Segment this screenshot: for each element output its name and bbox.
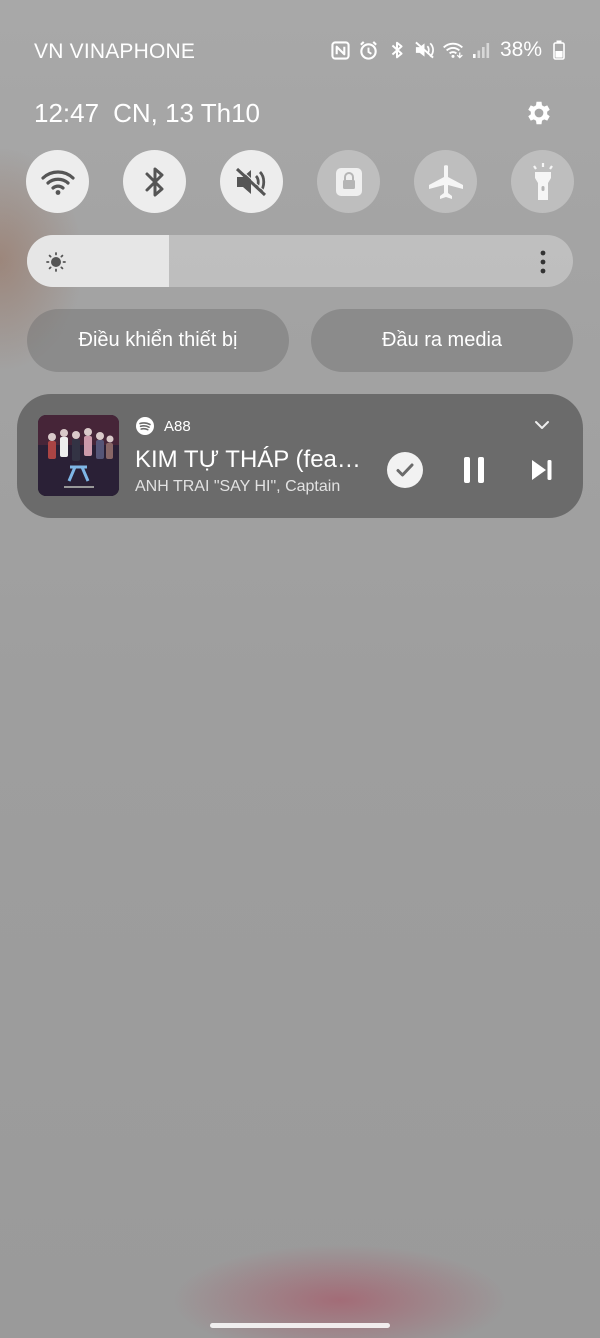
bluetooth-toggle[interactable] <box>123 150 186 213</box>
settings-gear-icon[interactable] <box>524 98 554 128</box>
device-control-button[interactable]: Điều khiển thiết bị <box>27 309 289 372</box>
clock: 12:47 <box>34 98 100 128</box>
airplane-icon <box>428 164 463 199</box>
song-artist: ANH TRAI "SAY HI", Captain <box>135 478 341 495</box>
wifi-toggle[interactable] <box>26 150 89 213</box>
date: CN, 13 Th10 <box>113 98 261 128</box>
airplane-mode-toggle[interactable] <box>414 150 477 213</box>
flashlight-icon <box>532 162 553 200</box>
media-source-row: A88 <box>136 417 191 435</box>
playback-device: A88 <box>164 417 191 435</box>
quick-toggles <box>26 150 574 213</box>
skip-next-button[interactable] <box>531 459 553 486</box>
wifi-icon <box>40 169 75 195</box>
song-title: KIM TỰ THÁP (feat.... <box>135 446 367 473</box>
check-button[interactable] <box>387 452 423 488</box>
brightness-slider[interactable] <box>27 235 573 287</box>
sound-mute-toggle[interactable] <box>220 150 283 213</box>
date-time: 12:47 CN, 13 Th10 <box>34 98 260 129</box>
battery-icon <box>548 39 570 61</box>
bluetooth-icon <box>386 39 408 61</box>
mute-icon <box>414 39 436 61</box>
bluetooth-icon <box>145 167 163 196</box>
check-icon <box>396 463 414 477</box>
spotify-icon <box>136 417 154 435</box>
alarm-icon <box>358 39 380 61</box>
home-indicator[interactable] <box>210 1323 390 1328</box>
screen-lock-toggle[interactable] <box>317 150 380 213</box>
pause-button[interactable] <box>463 457 485 488</box>
skip-next-icon <box>532 460 552 480</box>
media-output-button[interactable]: Đầu ra media <box>311 309 573 372</box>
brightness-sun-icon <box>46 252 66 277</box>
nfc-icon <box>330 39 352 61</box>
flashlight-toggle[interactable] <box>511 150 574 213</box>
wifi-icon <box>442 39 464 61</box>
battery-percent: 38% <box>499 38 542 61</box>
album-art[interactable] <box>38 415 119 496</box>
pause-icon <box>464 457 484 483</box>
lock-icon <box>335 167 362 196</box>
carrier-name: VN VINAPHONE <box>34 40 196 63</box>
mute-icon <box>235 166 267 196</box>
status-icons: 38% <box>330 38 570 62</box>
chevron-down-icon[interactable] <box>533 416 551 439</box>
signal-icon <box>470 39 492 61</box>
more-options-icon[interactable] <box>536 249 550 280</box>
